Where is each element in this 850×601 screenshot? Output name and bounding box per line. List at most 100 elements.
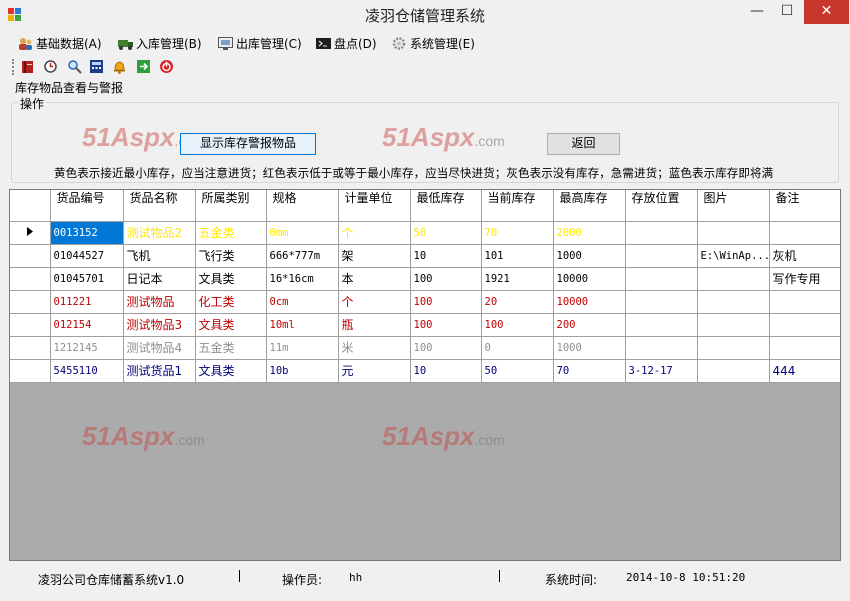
table-cell[interactable]: 五金类 xyxy=(195,336,267,360)
close-button[interactable]: ✕ xyxy=(804,0,849,24)
table-cell[interactable]: 100 xyxy=(410,267,482,291)
column-header[interactable]: 货品名称 xyxy=(123,190,196,222)
table-cell[interactable]: 1000 xyxy=(553,244,626,268)
search-icon[interactable] xyxy=(67,59,82,74)
table-cell[interactable]: 测试物品 xyxy=(123,290,196,314)
table-cell[interactable]: 100 xyxy=(410,313,482,337)
table-cell[interactable] xyxy=(697,359,770,383)
table-cell[interactable] xyxy=(697,221,770,245)
table-cell[interactable]: 100 xyxy=(410,336,482,360)
table-cell[interactable]: 200 xyxy=(553,313,626,337)
table-cell[interactable]: 日记本 xyxy=(123,267,196,291)
maximize-button[interactable]: ☐ xyxy=(772,0,802,24)
table-cell[interactable]: 20 xyxy=(481,290,554,314)
column-header[interactable]: 货品编号 xyxy=(50,190,124,222)
back-button[interactable]: 返回 xyxy=(547,133,620,155)
table-cell[interactable]: 0 xyxy=(481,336,554,360)
table-cell[interactable] xyxy=(697,313,770,337)
column-header[interactable]: 所属类别 xyxy=(195,190,267,222)
table-cell[interactable]: 1000 xyxy=(553,336,626,360)
row-header[interactable] xyxy=(10,313,51,337)
table-cell[interactable]: 架 xyxy=(338,244,411,268)
table-row[interactable]: 5455110 测试货品1 文具类 10b 元 10 50 70 3-12-17 444 xyxy=(10,359,840,383)
table-cell[interactable] xyxy=(769,221,840,245)
table-cell[interactable]: 3-12-17 xyxy=(625,359,698,383)
row-header[interactable] xyxy=(10,359,51,383)
toolbar-grip[interactable] xyxy=(12,59,14,75)
table-cell[interactable]: 瓶 xyxy=(338,313,411,337)
table-cell[interactable]: 飞行类 xyxy=(195,244,267,268)
table-cell[interactable]: 测试物品3 xyxy=(123,313,196,337)
table-cell[interactable]: 012154 xyxy=(50,313,124,337)
table-cell[interactable]: 50 xyxy=(481,359,554,383)
table-cell[interactable]: 50 xyxy=(410,221,482,245)
table-cell[interactable]: 2000 xyxy=(553,221,626,245)
table-cell[interactable]: 100 xyxy=(481,313,554,337)
table-cell[interactable]: 10ml xyxy=(266,313,339,337)
table-row[interactable]: 0013152 测试物品2 五金类 0mm 个 50 70 2000 xyxy=(10,221,840,245)
table-cell[interactable]: 写作专用 xyxy=(769,267,840,291)
table-cell[interactable] xyxy=(697,290,770,314)
table-row[interactable]: 012154 测试物品3 文具类 10ml 瓶 100 100 200 xyxy=(10,313,840,337)
table-cell[interactable]: 100 xyxy=(410,290,482,314)
table-cell[interactable]: 个 xyxy=(338,221,411,245)
column-header[interactable]: 规格 xyxy=(266,190,339,222)
table-cell[interactable]: 16*16cm xyxy=(266,267,339,291)
table-cell[interactable] xyxy=(769,313,840,337)
table-cell[interactable] xyxy=(625,267,698,291)
column-header[interactable]: 最低库存 xyxy=(410,190,482,222)
table-cell[interactable]: 10000 xyxy=(553,290,626,314)
table-cell[interactable] xyxy=(625,336,698,360)
table-cell[interactable] xyxy=(769,336,840,360)
table-cell[interactable]: 01045701 xyxy=(50,267,124,291)
row-header[interactable] xyxy=(10,267,51,291)
column-header[interactable]: 计量单位 xyxy=(338,190,411,222)
minimize-button[interactable]: — xyxy=(742,0,772,24)
menu-basic-data[interactable]: 基础数据(A) xyxy=(18,34,102,54)
table-cell[interactable]: 70 xyxy=(553,359,626,383)
calculator-icon[interactable] xyxy=(89,59,104,74)
table-cell[interactable]: 文具类 xyxy=(195,313,267,337)
table-cell[interactable]: 灰机 xyxy=(769,244,840,268)
table-cell[interactable] xyxy=(769,290,840,314)
menu-outbound[interactable]: 出库管理(C) xyxy=(218,34,302,54)
table-row[interactable]: 01045701 日记本 文具类 16*16cm 本 100 1921 10000 写作专用 xyxy=(10,267,840,291)
table-cell[interactable]: 元 xyxy=(338,359,411,383)
table-cell[interactable]: 测试货品1 xyxy=(123,359,196,383)
table-cell[interactable] xyxy=(625,244,698,268)
menu-system[interactable]: 系统管理(E) xyxy=(392,34,475,54)
table-cell[interactable]: 10b xyxy=(266,359,339,383)
column-header[interactable]: 存放位置 xyxy=(625,190,698,222)
table-cell[interactable]: 文具类 xyxy=(195,267,267,291)
table-cell[interactable]: 五金类 xyxy=(195,221,267,245)
table-cell[interactable]: 1212145 xyxy=(50,336,124,360)
table-row[interactable]: 01044527 飞机 飞行类 666*777m 架 10 101 1000 E:\WinAp.… xyxy=(10,244,840,268)
table-row[interactable]: 1212145 测试物品4 五金类 11m 米 100 0 1000 xyxy=(10,336,840,360)
table-cell[interactable]: 文具类 xyxy=(195,359,267,383)
table-cell[interactable]: 0mm xyxy=(266,221,339,245)
bell-icon[interactable] xyxy=(112,59,127,74)
row-header[interactable] xyxy=(10,221,51,245)
menu-inventory-count[interactable]: 盘点(D) xyxy=(316,34,377,54)
table-cell[interactable]: 10 xyxy=(410,244,482,268)
row-header[interactable] xyxy=(10,244,51,268)
table-cell[interactable]: 01044527 xyxy=(50,244,124,268)
exit-icon[interactable] xyxy=(136,59,151,74)
column-header[interactable]: 最高库存 xyxy=(553,190,626,222)
table-cell[interactable] xyxy=(625,290,698,314)
table-cell[interactable] xyxy=(625,313,698,337)
table-cell[interactable]: 0013152 xyxy=(50,221,124,245)
table-cell[interactable]: 米 xyxy=(338,336,411,360)
table-cell[interactable]: 个 xyxy=(338,290,411,314)
table-cell[interactable] xyxy=(697,267,770,291)
table-cell[interactable]: 化工类 xyxy=(195,290,267,314)
table-cell[interactable]: 测试物品2 xyxy=(123,221,196,245)
table-cell[interactable]: 011221 xyxy=(50,290,124,314)
table-cell[interactable]: 70 xyxy=(481,221,554,245)
column-header[interactable]: 当前库存 xyxy=(481,190,554,222)
table-cell[interactable]: 0cm xyxy=(266,290,339,314)
menu-inbound[interactable]: 入库管理(B) xyxy=(118,34,202,54)
column-header[interactable]: 备注 xyxy=(769,190,840,222)
table-cell[interactable]: E:\WinAp... xyxy=(697,244,770,268)
table-cell[interactable]: 666*777m xyxy=(266,244,339,268)
